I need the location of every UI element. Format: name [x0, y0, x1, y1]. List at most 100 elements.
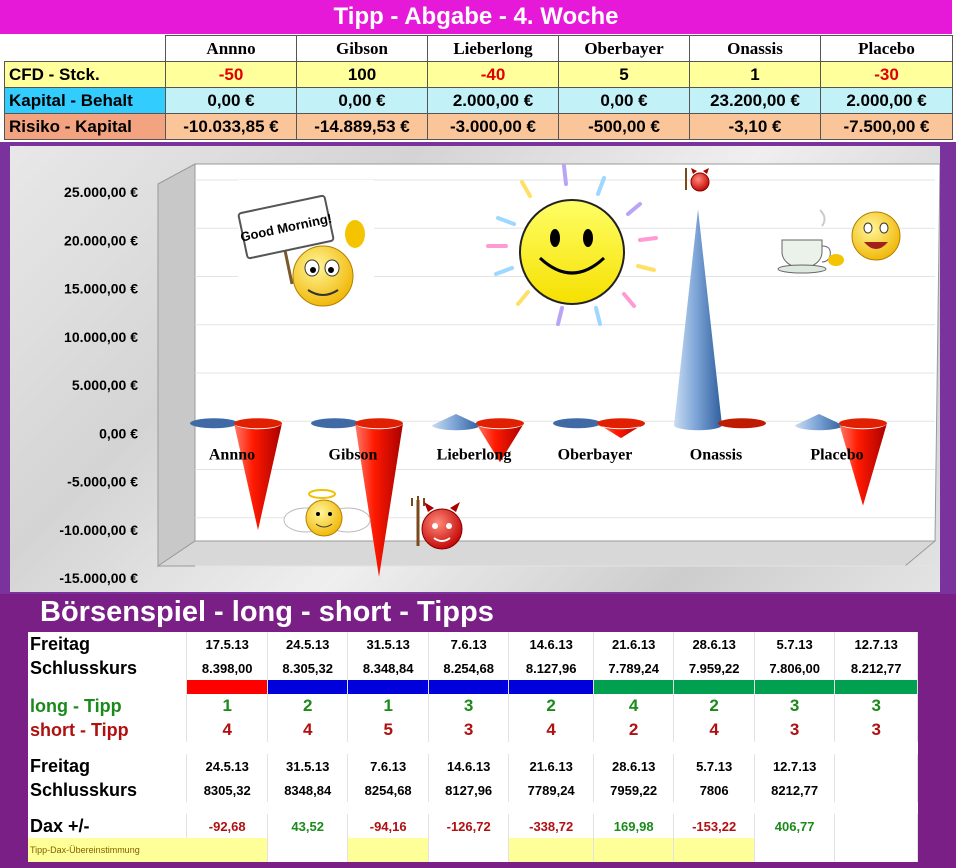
negative-cone-top — [234, 418, 282, 429]
color-bar-blue — [347, 680, 429, 694]
match-cell — [508, 838, 594, 862]
kurs-cell: 7789,24 — [508, 778, 594, 802]
zero-disk — [311, 418, 359, 429]
table-cell: 5 — [558, 61, 690, 88]
kurs-cell: 8127,96 — [428, 778, 510, 802]
long-cell: 4 — [593, 694, 675, 718]
kurs-cell: 8.127,96 — [508, 656, 594, 680]
page-title: Tipp - Abgabe - 4. Woche — [0, 0, 952, 34]
table-row: CFD - Stck. -50 100 -40 5 1 -30 — [4, 61, 953, 88]
short-cell: 5 — [347, 718, 429, 742]
date-cell: 21.6.13 — [508, 754, 594, 778]
empty-cell — [267, 838, 349, 862]
long-cell: 1 — [186, 694, 268, 718]
player-header: Oberbayer — [558, 35, 690, 62]
zero-disk — [190, 418, 238, 429]
x-category-label: Gibson — [329, 446, 378, 463]
long-cell: 2 — [673, 694, 755, 718]
short-cell: 2 — [593, 718, 675, 742]
dax-cell: -153,22 — [673, 814, 755, 838]
freitag-label: Freitag — [28, 632, 188, 656]
color-bar-green — [834, 680, 918, 694]
good-morning-sticker: Good Morning! — [237, 180, 374, 317]
date-cell: 28.6.13 — [673, 632, 755, 656]
kurs-cell: 7959,22 — [593, 778, 675, 802]
tipp-table: Annno Gibson Lieberlong Oberbayer Onassi… — [4, 35, 953, 140]
long-tipp-label: long - Tipp — [28, 694, 188, 718]
long-cell: 3 — [834, 694, 918, 718]
table-cell: 0,00 € — [558, 87, 690, 114]
player-header: Placebo — [820, 35, 953, 62]
kurs-cell: 8.348,84 — [347, 656, 429, 680]
dax-cell: -94,16 — [347, 814, 429, 838]
short-cell: 4 — [186, 718, 268, 742]
row-label-cfd: CFD - Stck. — [4, 61, 166, 88]
spacer-cell — [28, 742, 918, 754]
table-cell: 0,00 € — [296, 87, 428, 114]
empty-cell — [428, 838, 510, 862]
date-cell: 14.6.13 — [428, 754, 510, 778]
freitag-label-2: Freitag — [28, 754, 188, 778]
long-cell: 2 — [267, 694, 349, 718]
long-cell: 3 — [754, 694, 836, 718]
schlusskurs-label-2: Schlusskurs — [28, 778, 188, 802]
negative-cone-top — [355, 418, 403, 429]
cone-chart: 25.000,00 € 20.000,00 € 15.000,00 € 10.000,… — [59, 163, 940, 586]
y-tick-label: -15.000,00 € — [59, 570, 138, 586]
table-cell: 0,00 € — [165, 87, 297, 114]
y-tick-label: -10.000,00 € — [59, 522, 138, 538]
short-cell: 4 — [673, 718, 755, 742]
table-cell: 23.200,00 € — [689, 87, 821, 114]
date-cell: 12.7.13 — [834, 632, 918, 656]
short-cell: 3 — [834, 718, 918, 742]
date-cell: 28.6.13 — [593, 754, 675, 778]
color-bar-row — [28, 680, 918, 694]
negative-disk — [718, 418, 766, 429]
table-row: Schlusskurs 8.398,00 8.305,32 8.348,84 8… — [28, 656, 918, 680]
color-bar-blue — [267, 680, 349, 694]
table-cell: -7.500,00 € — [820, 113, 953, 140]
table-cell: 100 — [296, 61, 428, 88]
spacer-row — [28, 742, 918, 754]
player-header: Gibson — [296, 35, 428, 62]
plot-side-wall — [157, 163, 196, 567]
dax-cell: -338,72 — [508, 814, 594, 838]
short-cell: 3 — [428, 718, 510, 742]
x-category-label: Oberbayer — [558, 446, 633, 463]
table-cell: -30 — [820, 61, 953, 88]
table-cell: 2.000,00 € — [820, 87, 953, 114]
short-cell: 4 — [267, 718, 349, 742]
table-cell: -50 — [165, 61, 297, 88]
long-cell: 2 — [508, 694, 594, 718]
player-header: Annno — [165, 35, 297, 62]
dax-cell: 43,52 — [267, 814, 349, 838]
kurs-cell: 8305,32 — [186, 778, 268, 802]
kurs-cell: 8.212,77 — [834, 656, 918, 680]
table-row: Schlusskurs 8305,32 8348,84 8254,68 8127… — [28, 778, 918, 802]
kurs-cell: 7.959,22 — [673, 656, 755, 680]
row-label-risiko: Risiko - Kapital — [4, 113, 166, 140]
kurs-cell: 8254,68 — [347, 778, 429, 802]
kurs-cell: 8348,84 — [267, 778, 349, 802]
table-cell: 1 — [689, 61, 821, 88]
date-cell: 24.5.13 — [267, 632, 349, 656]
table-cell: 2.000,00 € — [427, 87, 559, 114]
date-cell: 17.5.13 — [186, 632, 268, 656]
color-bar-red — [186, 680, 268, 694]
negative-cone-top — [476, 418, 524, 429]
x-category-label: Lieberlong — [437, 446, 512, 463]
empty-cell — [834, 754, 918, 778]
short-tipp-label: short - Tipp — [28, 718, 188, 742]
kurs-cell: 8.305,32 — [267, 656, 349, 680]
date-cell: 7.6.13 — [347, 754, 429, 778]
y-tick-label: -5.000,00 € — [67, 474, 138, 490]
schlusskurs-label: Schlusskurs — [28, 656, 188, 680]
negative-cone-top — [839, 418, 887, 429]
y-tick-label: 15.000,00 € — [64, 281, 138, 297]
row-label-kapital: Kapital - Behalt — [4, 87, 166, 114]
long-cell: 3 — [428, 694, 510, 718]
y-tick-label: 20.000,00 € — [64, 232, 138, 248]
color-bar-blue — [428, 680, 510, 694]
date-cell: 24.5.13 — [186, 754, 268, 778]
spacer-cell — [28, 680, 188, 694]
